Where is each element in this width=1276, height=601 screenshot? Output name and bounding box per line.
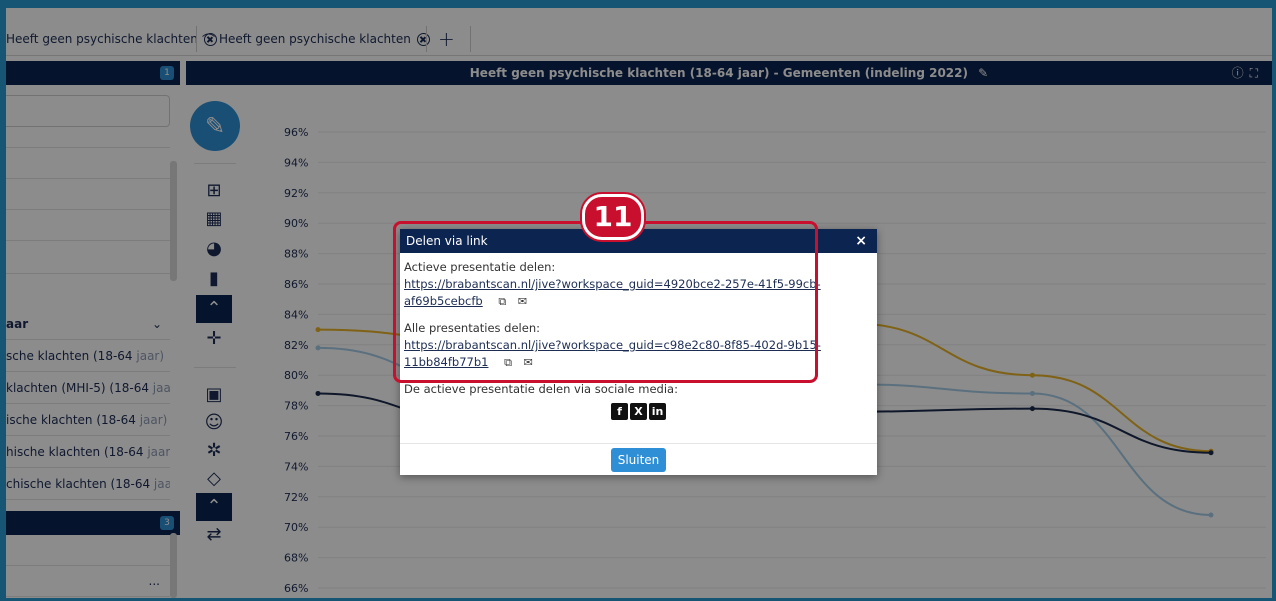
- dialog-footer: Sluiten: [400, 443, 877, 475]
- tutorial-highlight: [393, 221, 818, 383]
- close-icon[interactable]: ×: [855, 229, 867, 253]
- x-icon[interactable]: X: [630, 403, 647, 420]
- facebook-icon[interactable]: f: [611, 403, 628, 420]
- close-button[interactable]: Sluiten: [610, 448, 667, 472]
- social-icons: f Xin: [404, 402, 873, 420]
- social-label: De actieve presentatie delen via sociale…: [404, 382, 678, 396]
- step-number-badge: 11: [582, 194, 644, 240]
- linkedin-icon[interactable]: in: [649, 403, 666, 420]
